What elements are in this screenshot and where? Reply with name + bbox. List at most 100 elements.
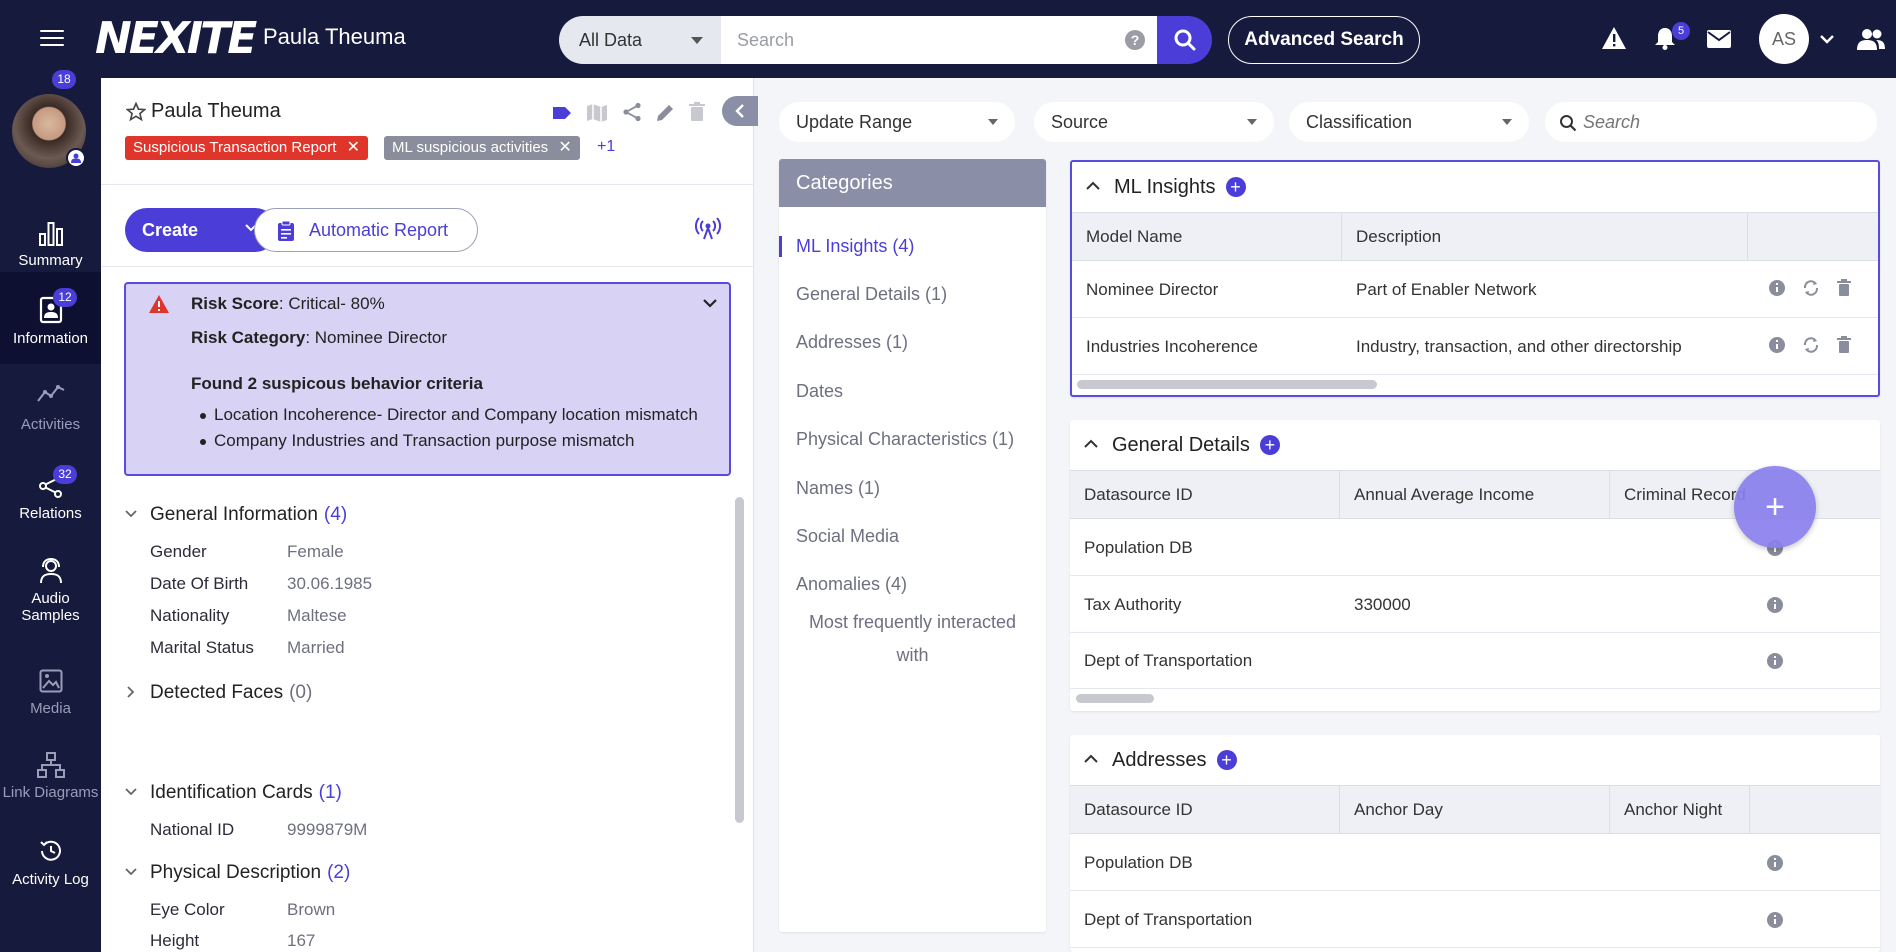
category-general-details[interactable]: General Details (1) (779, 284, 1046, 305)
category-ml-insights[interactable]: ML Insights (4) (779, 236, 1046, 257)
trash-icon[interactable] (1837, 279, 1851, 297)
person-badge-icon (66, 148, 86, 168)
nav-information[interactable]: Information 12 (0, 272, 101, 364)
info-icon[interactable] (1769, 337, 1785, 353)
filter-label: Source (1051, 111, 1109, 132)
add-icon[interactable]: + (1216, 750, 1237, 770)
table-row[interactable]: Population DB (1070, 835, 1880, 891)
mail-icon[interactable] (1707, 30, 1731, 48)
refresh-icon[interactable] (1802, 279, 1820, 297)
column-header[interactable]: Datasource ID (1070, 471, 1340, 518)
tag-suspicious-transaction-report[interactable]: Suspicious Transaction Report ✕ (125, 136, 369, 160)
info-icon[interactable] (1767, 912, 1783, 928)
nav-activity-log[interactable]: Activity Log 18 (0, 70, 101, 910)
column-header[interactable]: Anchor Night (1610, 786, 1750, 833)
line-chart-icon (36, 385, 64, 402)
panel-scrollbar[interactable] (735, 497, 744, 823)
search-scope-select[interactable]: All Data (559, 16, 721, 64)
warning-icon (149, 295, 169, 313)
chevron-up-icon[interactable] (1084, 754, 1098, 763)
nav-media[interactable]: Media (0, 649, 101, 733)
horizontal-scrollbar[interactable] (1077, 380, 1377, 389)
column-header[interactable]: Annual Average Income (1340, 471, 1610, 518)
nav-audio-samples-label: Audio Samples (21, 590, 80, 624)
section-detected-faces[interactable]: Detected Faces (0) (125, 682, 312, 704)
category-names[interactable]: Names (1) (779, 478, 1046, 499)
nav-relations[interactable]: Relations 32 (0, 465, 101, 545)
category-most-frequent[interactable]: Most frequently interacted with (779, 606, 1046, 672)
section-general-information[interactable]: General Information (4) (125, 504, 347, 526)
section-label: Physical Description (150, 862, 322, 883)
horizontal-scrollbar[interactable] (1076, 694, 1154, 703)
column-header[interactable]: Criminal Record (1610, 471, 1750, 518)
category-physical-characteristics[interactable]: Physical Characteristics (1) (779, 429, 1046, 450)
add-icon[interactable]: + (1225, 177, 1246, 197)
add-icon[interactable]: + (1259, 435, 1280, 455)
star-icon[interactable] (126, 102, 146, 122)
hamburger-menu-icon[interactable] (40, 30, 64, 48)
table-row[interactable]: Nominee Director Part of Enabler Network (1072, 262, 1878, 318)
warning-icon[interactable] (1601, 26, 1627, 50)
search-button[interactable] (1157, 16, 1212, 64)
info-icon[interactable] (1769, 280, 1785, 296)
chevron-up-icon[interactable] (1084, 439, 1098, 448)
chevron-down-icon[interactable] (1820, 34, 1834, 44)
collapse-panel-button[interactable] (722, 96, 758, 126)
automatic-report-button[interactable]: Automatic Report (254, 208, 478, 252)
category-anomalies[interactable]: Anomalies (4) (779, 574, 1046, 595)
field-value: 9999879M (287, 820, 368, 839)
nav-audio-samples[interactable]: Audio Samples (0, 552, 101, 644)
left-navigation: Summary Information 12 Activities Relati… (0, 70, 101, 952)
column-header[interactable]: Datasource ID (1070, 786, 1340, 833)
card-header: Addresses + (1070, 735, 1237, 785)
classification-filter[interactable]: Classification (1289, 102, 1529, 142)
category-addresses[interactable]: Addresses (1) (779, 332, 1046, 353)
risk-score-card[interactable]: Risk Score: Critical- 80% Risk Category:… (124, 282, 731, 476)
edit-icon[interactable] (655, 103, 675, 123)
hierarchy-icon (36, 752, 65, 778)
trash-icon[interactable] (689, 102, 705, 122)
nav-activities[interactable]: Activities (0, 380, 101, 458)
nav-link-diagrams[interactable]: Link Diagrams (0, 734, 101, 826)
app-logo[interactable]: NEXITE (95, 14, 257, 64)
table-row[interactable]: Dept of Transportation (1070, 633, 1880, 689)
info-icon[interactable] (1767, 653, 1783, 669)
category-dates[interactable]: Dates (779, 381, 1046, 402)
chevron-down-icon[interactable] (703, 298, 717, 308)
section-physical-description[interactable]: Physical Description (2) (125, 862, 350, 884)
chevron-left-icon (735, 104, 744, 118)
remove-tag-icon[interactable]: ✕ (347, 139, 360, 156)
help-icon[interactable]: ? (1125, 30, 1145, 50)
trash-icon[interactable] (1837, 336, 1851, 354)
filter-search-input[interactable] (1583, 111, 1853, 133)
section-identification-cards[interactable]: Identification Cards (1) (125, 782, 342, 804)
refresh-icon[interactable] (1802, 336, 1820, 354)
share-icon[interactable] (622, 102, 642, 122)
table-row[interactable]: Tax Authority 330000 (1070, 577, 1880, 633)
remove-tag-icon[interactable]: ✕ (558, 139, 571, 156)
cell-description: Industry, transaction, and other directo… (1356, 337, 1682, 356)
tag-ml-suspicious-activities[interactable]: ML suspicious activities ✕ (384, 136, 580, 160)
info-icon[interactable] (1767, 855, 1783, 871)
global-search-input[interactable] (737, 29, 1117, 51)
people-icon[interactable] (1856, 28, 1886, 50)
map-icon[interactable] (586, 103, 608, 123)
section-label: Detected Faces (150, 682, 284, 703)
column-header[interactable]: Model Name (1072, 213, 1342, 260)
column-header[interactable]: Description (1342, 213, 1748, 260)
update-range-filter[interactable]: Update Range (779, 102, 1015, 142)
more-tags-link[interactable]: +1 (597, 138, 615, 156)
table-row[interactable]: Dept of Transportation (1070, 892, 1880, 948)
info-icon[interactable] (1767, 597, 1783, 613)
user-avatar[interactable]: AS (1759, 14, 1809, 64)
broadcast-icon[interactable] (695, 216, 721, 240)
category-social-media[interactable]: Social Media (779, 526, 1046, 547)
chevron-up-icon[interactable] (1086, 181, 1100, 190)
source-filter[interactable]: Source (1034, 102, 1274, 142)
table-row[interactable]: Industries Incoherence Industry, transac… (1072, 319, 1878, 375)
column-header[interactable]: Anchor Day (1340, 786, 1610, 833)
nav-information-badge: 12 (53, 288, 77, 307)
advanced-search-button[interactable]: Advanced Search (1228, 16, 1420, 64)
floating-add-button[interactable]: + (1734, 466, 1816, 548)
tag-icon[interactable] (552, 105, 572, 121)
